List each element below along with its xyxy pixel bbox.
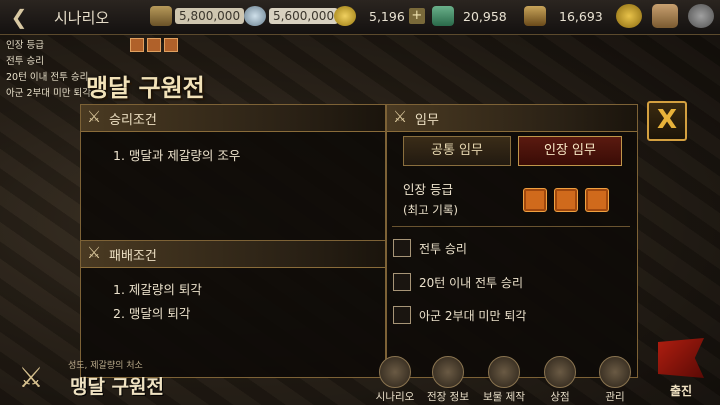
close-button[interactable]: X: [647, 101, 687, 141]
coin-icon: [334, 6, 356, 26]
objective-label: 아군 2부대 미만 퇴각: [419, 308, 527, 323]
nav-manage[interactable]: 관리: [590, 356, 640, 404]
gold-bars-icon: [150, 6, 172, 26]
bottom-stage-title: 맹달 구원전: [70, 376, 165, 398]
quest-line: 아군 2부대 미만 퇴각: [6, 88, 92, 99]
seal-grade-label: 인장 등급: [403, 182, 453, 197]
objective-checkbox[interactable]: [393, 273, 411, 291]
divider: [392, 226, 630, 227]
nav-label: 보물 제작: [483, 391, 525, 403]
nav-label: 상점: [550, 391, 570, 403]
treasure-craft-icon: [488, 356, 520, 388]
gold-bars-value: 5,800,000: [175, 8, 245, 24]
jade-value: 20,958: [463, 8, 507, 24]
scenario-icon: [379, 356, 411, 388]
objective-row[interactable]: 아군 2부대 미만 퇴각: [393, 305, 526, 325]
objective-row[interactable]: 전투 승리: [393, 238, 467, 258]
location-subtitle: 성도, 제갈량의 처소: [68, 361, 143, 371]
mission-header: ⚔ 임무: [387, 105, 637, 132]
silver-value: 5,600,000: [269, 8, 339, 24]
map-icon[interactable]: [652, 4, 678, 28]
coin-value: 5,196: [369, 8, 405, 24]
nav-label: 전장 정보: [427, 391, 469, 403]
seal-icon: [130, 38, 144, 52]
defeat-condition: 2. 맹달의 퇴각: [113, 306, 191, 321]
victory-title: 승리조건: [109, 113, 157, 128]
manage-icon: [599, 356, 631, 388]
mission-title: 임무: [415, 113, 439, 128]
quest-info: 인장 등급 전투 승리 20턴 이내 전투 승리 아군 2부대 미만 퇴각: [6, 38, 91, 102]
victory-condition: 1. 맹달과 제갈량의 조우: [113, 148, 241, 163]
tab-seal-mission[interactable]: 인장 임무: [518, 136, 622, 166]
objective-label: 전투 승리: [419, 241, 467, 256]
seal-icon: [585, 188, 609, 212]
stage-title: 맹달 구원전: [86, 74, 205, 102]
chat-icon[interactable]: [616, 4, 642, 28]
seal-icon: [523, 188, 547, 212]
objective-checkbox[interactable]: [393, 306, 411, 324]
horse-resource: 16,693: [524, 5, 603, 27]
defeat-header: ⚔ 패배조건: [81, 241, 385, 268]
gear-icon[interactable]: [688, 4, 714, 28]
jade-resource: 20,958: [432, 5, 507, 27]
coin-resource: 5,196 +: [334, 5, 425, 27]
victory-panel: ⚔ 승리조건 1. 맹달과 제갈량의 조우: [80, 104, 386, 242]
grade-seals-small: [130, 38, 178, 52]
war-flag-icon: [658, 338, 704, 378]
horse-icon: [524, 6, 546, 26]
quest-line: 20턴 이내 전투 승리: [6, 72, 89, 83]
top-bar: ❮ 시나리오 5,800,000 5,600,000 5,196 + 20,95…: [0, 0, 720, 35]
top-right-icons: [616, 4, 714, 28]
nav-treasure-craft[interactable]: 보물 제작: [479, 356, 529, 404]
battlefield-info-icon: [432, 356, 464, 388]
nav-label: 시나리오: [375, 391, 415, 403]
silver-resource: 5,600,000: [244, 5, 339, 27]
victory-header: ⚔ 승리조건: [81, 105, 385, 132]
tab-common-mission[interactable]: 공통 임무: [403, 136, 511, 166]
silver-icon: [244, 6, 266, 26]
seal-grade: 인장 등급 (최고 기록): [403, 180, 458, 220]
gold-bars-resource: 5,800,000: [150, 5, 245, 27]
defeat-title: 패배조건: [109, 249, 157, 264]
jade-icon: [432, 6, 454, 26]
add-coin-button[interactable]: +: [408, 8, 425, 24]
objective-label: 20턴 이내 전투 승리: [419, 275, 523, 290]
objective-checkbox[interactable]: [393, 239, 411, 257]
crossed-swords-icon: ⚔: [392, 107, 408, 126]
seal-icon: [164, 38, 178, 52]
seal-grade-sub: (최고 기록): [403, 203, 458, 217]
screen-title: 시나리오: [54, 9, 110, 27]
seal-icon: [554, 188, 578, 212]
depart-button[interactable]: 출진: [648, 334, 714, 402]
horse-value: 16,693: [559, 8, 603, 24]
nav-scenario[interactable]: 시나리오: [370, 356, 420, 404]
seal-icon: [147, 38, 161, 52]
objective-row[interactable]: 20턴 이내 전투 승리: [393, 272, 523, 292]
crossed-swords-icon: ⚔: [86, 107, 102, 126]
nav-battlefield-info[interactable]: 전장 정보: [423, 356, 473, 404]
quest-grade-label: 인장 등급: [6, 40, 44, 51]
defeat-condition: 1. 제갈량의 퇴각: [113, 282, 202, 297]
shop-icon: [544, 356, 576, 388]
crossed-swords-emblem-icon: ⚔: [18, 361, 44, 394]
back-arrow-icon[interactable]: ❮: [6, 4, 32, 30]
broken-swords-icon: ⚔: [86, 243, 102, 262]
quest-line: 전투 승리: [6, 56, 44, 67]
nav-label: 관리: [605, 391, 625, 403]
depart-label: 출진: [669, 384, 693, 398]
nav-shop[interactable]: 상점: [535, 356, 585, 404]
